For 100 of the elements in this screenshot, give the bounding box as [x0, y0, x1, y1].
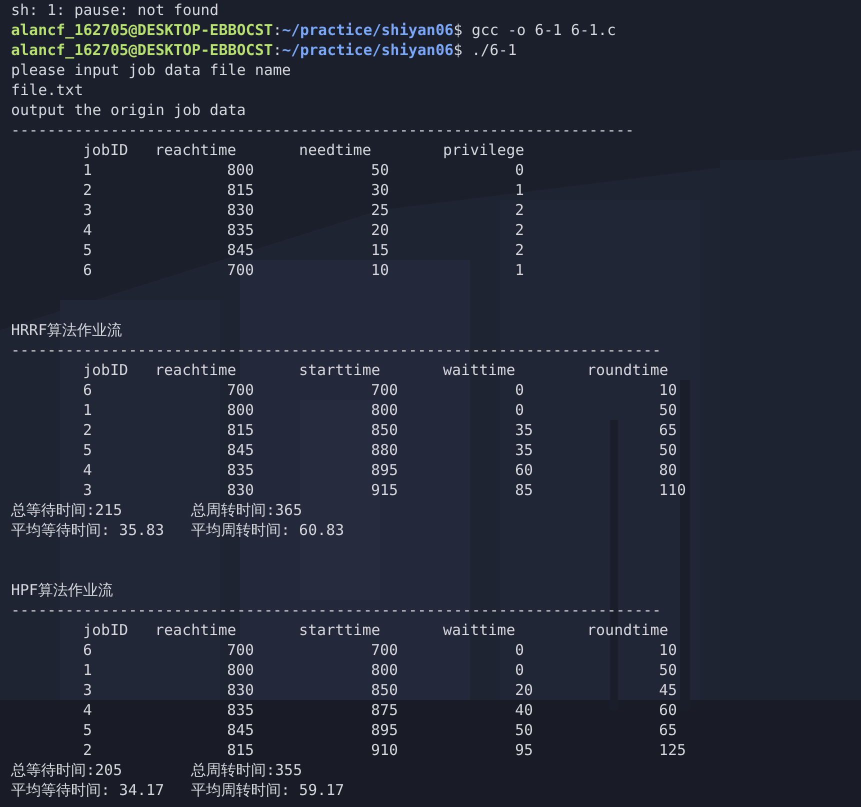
table-cell: 110: [659, 480, 686, 500]
table-cell: 845: [227, 720, 254, 740]
table-cell: 800: [227, 660, 254, 680]
table-cell: 845: [227, 240, 254, 260]
table-cell: 50: [659, 660, 678, 680]
table-cell: 700: [227, 380, 254, 400]
output-line: please input job data file name: [11, 60, 291, 80]
table-cell: 830: [227, 200, 254, 220]
table-cell: 835: [227, 460, 254, 480]
column-header: roundtime: [587, 360, 668, 380]
table-cell: 2: [83, 180, 92, 200]
column-header: privilege: [443, 140, 524, 160]
table-cell: 3: [83, 680, 92, 700]
table-cell: 5: [83, 720, 92, 740]
table-cell: 700: [227, 640, 254, 660]
table-cell: 830: [227, 680, 254, 700]
table-cell: 10: [659, 380, 678, 400]
table-cell: 20: [371, 220, 390, 240]
table-cell: 845: [227, 440, 254, 460]
column-header: waittime: [443, 360, 516, 380]
table-cell: 880: [371, 440, 398, 460]
table-cell: 875: [371, 700, 398, 720]
table-cell: 50: [659, 400, 678, 420]
table-cell: 45: [659, 680, 678, 700]
table-cell: 2: [515, 200, 524, 220]
column-header: reachtime: [155, 360, 236, 380]
table-cell: 3: [83, 200, 92, 220]
table-cell: 2: [83, 420, 92, 440]
column-header: roundtime: [587, 620, 668, 640]
table-cell: 95: [515, 740, 534, 760]
table-cell: 6: [83, 640, 92, 660]
summary-text: 总等待时间:205: [11, 760, 122, 780]
table-cell: 65: [659, 720, 678, 740]
table-cell: 1: [83, 400, 92, 420]
table-cell: 895: [371, 720, 398, 740]
column-header: needtime: [299, 140, 372, 160]
table-cell: 5: [83, 440, 92, 460]
output-line: HRRF算法作业流: [11, 320, 122, 340]
column-header: starttime: [299, 620, 380, 640]
table-cell: 50: [659, 440, 678, 460]
table-cell: 835: [227, 700, 254, 720]
table-cell: 800: [227, 160, 254, 180]
table-cell: 1: [515, 260, 524, 280]
table-cell: 1: [83, 160, 92, 180]
column-header: starttime: [299, 360, 380, 380]
output-line: HPF算法作业流: [11, 580, 114, 600]
table-cell: 915: [371, 480, 398, 500]
table-cell: 35: [515, 440, 534, 460]
table-cell: 700: [371, 380, 398, 400]
summary-text: 平均周转时间: 60.83: [191, 520, 344, 540]
table-cell: 60: [515, 460, 534, 480]
column-header: jobID: [83, 620, 128, 640]
column-header: jobID: [83, 140, 128, 160]
table-cell: 815: [227, 180, 254, 200]
table-cell: 6: [83, 380, 92, 400]
column-header: waittime: [443, 620, 516, 640]
table-cell: 20: [515, 680, 534, 700]
prompt-separator: :: [272, 40, 282, 60]
table-cell: 815: [227, 420, 254, 440]
table-cell: 85: [515, 480, 534, 500]
command-text: $ gcc -o 6-1 6-1.c: [454, 20, 616, 40]
table-cell: 835: [227, 220, 254, 240]
table-cell: 0: [515, 640, 524, 660]
table-cell: 25: [371, 200, 390, 220]
table-cell: 10: [659, 640, 678, 660]
table-cell: 15: [371, 240, 390, 260]
table-cell: 830: [227, 480, 254, 500]
table-cell: 0: [515, 160, 524, 180]
table-cell: 3: [83, 480, 92, 500]
table-cell: 60: [659, 700, 678, 720]
table-cell: 850: [371, 680, 398, 700]
dash-rule: ------------------------------------------------------------------------: [11, 600, 662, 620]
command-text: $ ./6-1: [454, 40, 517, 60]
column-header: reachtime: [155, 140, 236, 160]
summary-text: 平均等待时间: 34.17: [11, 780, 164, 800]
table-cell: 40: [515, 700, 534, 720]
summary-text: 总周转时间:355: [191, 760, 302, 780]
table-cell: 1: [83, 660, 92, 680]
table-cell: 800: [371, 400, 398, 420]
table-cell: 65: [659, 420, 678, 440]
table-cell: 4: [83, 460, 92, 480]
table-cell: 0: [515, 380, 524, 400]
summary-text: 平均等待时间: 35.83: [11, 520, 164, 540]
table-cell: 815: [227, 740, 254, 760]
table-cell: 10: [371, 260, 390, 280]
table-cell: 910: [371, 740, 398, 760]
table-cell: 1: [515, 180, 524, 200]
table-cell: 2: [83, 740, 92, 760]
output-line: output the origin job data: [11, 100, 246, 120]
table-cell: 700: [371, 640, 398, 660]
prompt-user: alancf_162705@DESKTOP-EBBOCST: [11, 20, 273, 40]
table-cell: 35: [515, 420, 534, 440]
table-cell: 30: [371, 180, 390, 200]
summary-text: 总周转时间:365: [191, 500, 302, 520]
prompt-path: ~/practice/shiyan06: [282, 40, 454, 60]
table-cell: 0: [515, 660, 524, 680]
table-cell: 895: [371, 460, 398, 480]
table-cell: 2: [515, 240, 524, 260]
table-cell: 850: [371, 420, 398, 440]
column-header: reachtime: [155, 620, 236, 640]
